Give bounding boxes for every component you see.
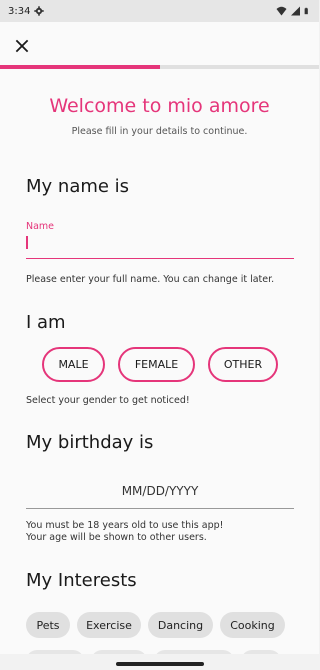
signal-icon xyxy=(291,6,300,16)
status-right xyxy=(276,6,311,16)
interest-chips: Pets Exercise Dancing Cooking xyxy=(26,612,285,638)
status-time: 3:34 xyxy=(8,5,31,17)
welcome-title: Welcome to mio amore xyxy=(49,95,270,117)
gender-other-button[interactable]: OTHER xyxy=(208,347,278,382)
home-indicator[interactable] xyxy=(116,662,204,666)
birthday-input[interactable] xyxy=(26,473,294,509)
welcome-subtitle: Please fill in your details to continue. xyxy=(71,126,248,137)
gender-options: MALE FEMALE OTHER xyxy=(42,347,278,382)
progress-bar xyxy=(0,65,319,69)
wifi-icon xyxy=(276,6,287,16)
name-input[interactable] xyxy=(26,233,294,259)
birthday-helper-line1: You must be 18 years old to use this app… xyxy=(26,520,224,531)
birthday-helper-line2: Your age will be shown to other users. xyxy=(26,532,207,543)
gear-icon xyxy=(34,6,45,16)
onboarding-page: Welcome to mio amore Please fill in your… xyxy=(0,22,319,670)
name-helper-text: Please enter your full name. You can cha… xyxy=(26,274,275,285)
interest-chip-cooking[interactable]: Cooking xyxy=(220,612,285,638)
progress-fill xyxy=(0,65,160,69)
status-bar: 3:34 xyxy=(0,0,319,22)
name-field-label: Name xyxy=(26,221,55,232)
name-section-title: My name is xyxy=(26,176,130,197)
birthday-section-title: My birthday is xyxy=(26,432,154,453)
battery-icon xyxy=(304,7,308,15)
status-left: 3:34 xyxy=(8,5,45,17)
text-cursor xyxy=(26,236,28,249)
close-icon xyxy=(15,39,29,53)
gender-male-button[interactable]: MALE xyxy=(42,347,105,382)
close-button[interactable] xyxy=(12,36,32,56)
interest-chip-pets[interactable]: Pets xyxy=(26,612,70,638)
interest-chip-exercise[interactable]: Exercise xyxy=(77,612,141,638)
interests-section-title: My Interests xyxy=(26,570,137,591)
gender-helper-text: Select your gender to get noticed! xyxy=(26,395,190,406)
gender-section-title: I am xyxy=(26,312,66,333)
interest-chip-dancing[interactable]: Dancing xyxy=(148,612,213,638)
gender-female-button[interactable]: FEMALE xyxy=(118,347,195,382)
